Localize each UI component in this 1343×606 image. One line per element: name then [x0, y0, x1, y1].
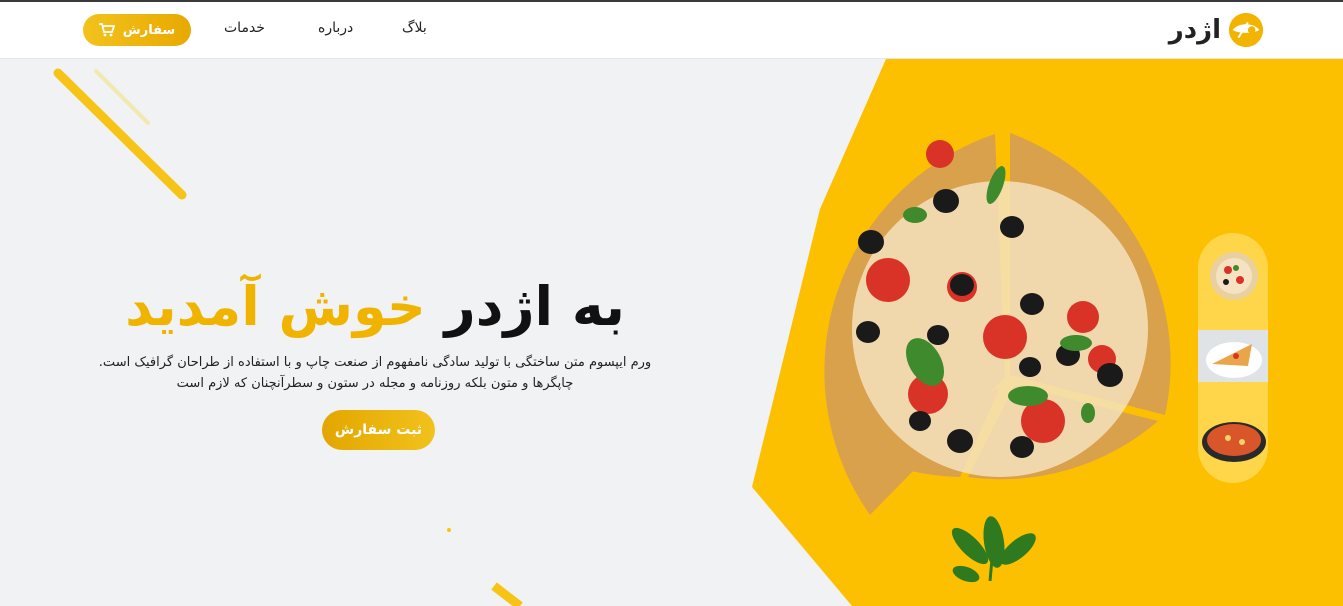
thumbnail-pizza-1[interactable]: [1198, 250, 1268, 302]
nav-link-services[interactable]: خدمات: [224, 20, 265, 36]
hero-description-line-1: ورم ایپسوم متن ساختگی با تولید سادگی نام…: [98, 355, 652, 370]
nav-order-label: سفارش: [122, 22, 176, 38]
hero-title: به اژدر خوش آمدید: [90, 272, 660, 342]
brand-name: اژدر: [1168, 15, 1221, 45]
thumbnail-pizza-2[interactable]: [1198, 330, 1268, 382]
hero-title-accent: خوش آمدید: [125, 275, 426, 338]
submit-order-button[interactable]: ثبت سفارش: [322, 410, 435, 450]
logo-icon: [1228, 12, 1264, 48]
hero-description: ورم ایپسوم متن ساختگی با تولید سادگی نام…: [90, 352, 660, 394]
nav-order-button[interactable]: سفارش: [83, 14, 191, 46]
hero-description-line-2: چاپگرها و متون بلکه روزنامه و مجله در ست…: [176, 376, 574, 391]
nav-link-about[interactable]: درباره: [318, 20, 353, 36]
nav-link-blog[interactable]: بلاگ: [402, 20, 427, 36]
thumbnail-pizza-3[interactable]: [1198, 414, 1268, 466]
hero-title-dark: به اژدر: [444, 275, 625, 338]
top-navbar: سفارش خدمات درباره بلاگ اژدر: [0, 2, 1343, 59]
brand[interactable]: اژدر: [1169, 12, 1265, 48]
cart-icon: [98, 23, 115, 37]
